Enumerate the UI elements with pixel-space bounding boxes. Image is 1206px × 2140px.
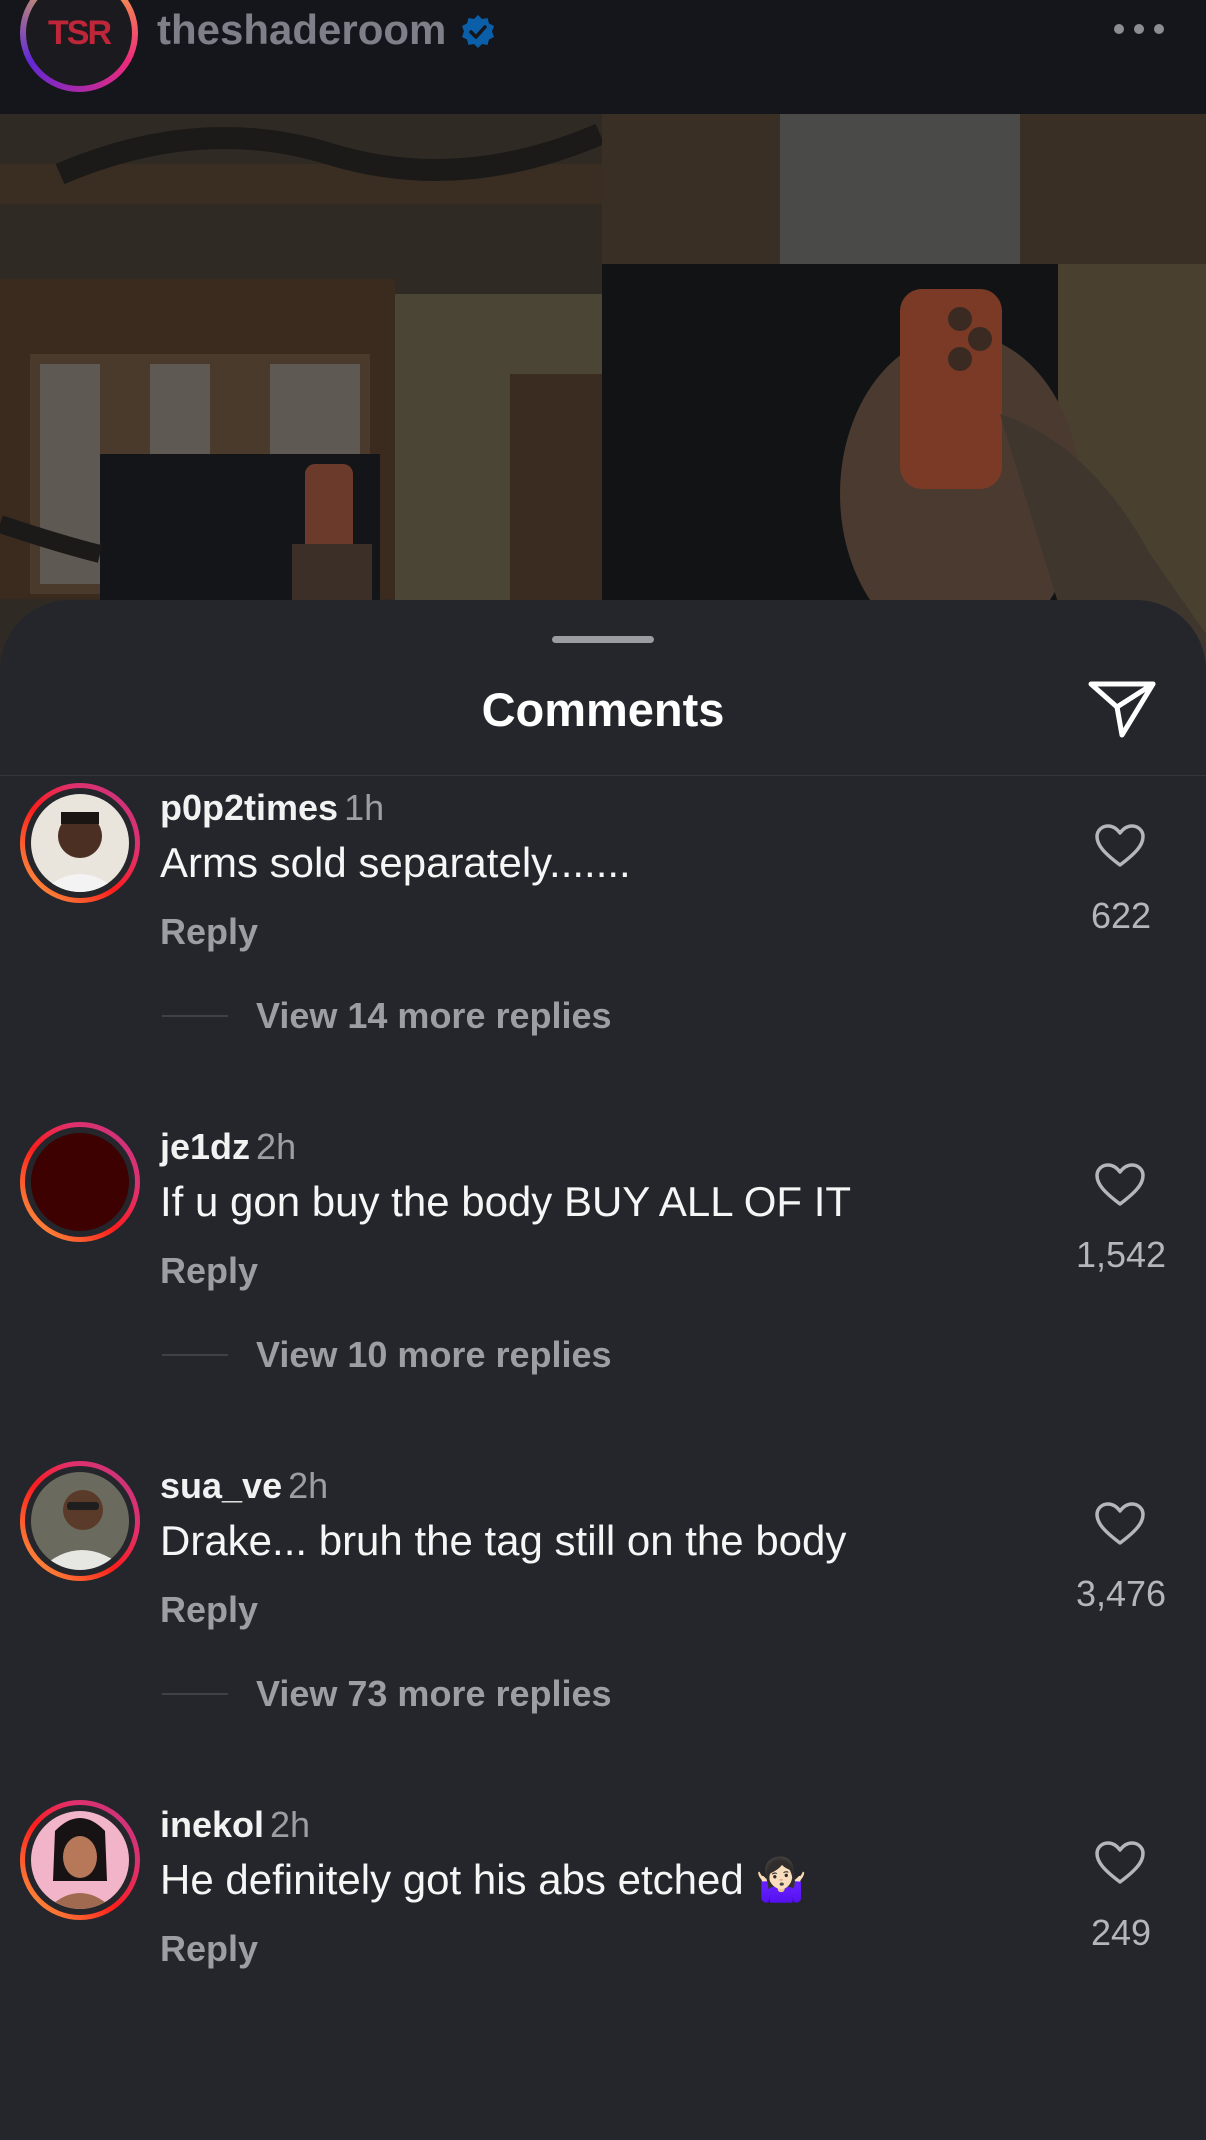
comment-username[interactable]: je1dz: [160, 1126, 250, 1167]
more-options-icon[interactable]: [1114, 24, 1166, 36]
avatar-photo: [31, 1133, 129, 1231]
comment-username[interactable]: p0p2times: [160, 787, 338, 828]
sheet-drag-handle[interactable]: [552, 636, 654, 643]
view-replies-button[interactable]: View 14 more replies: [256, 995, 612, 1037]
account-avatar-logo: TSR: [26, 0, 132, 86]
commenter-avatar[interactable]: [20, 1461, 140, 1581]
like-count: 1,542: [1075, 1234, 1167, 1275]
reply-button[interactable]: Reply: [160, 1589, 258, 1631]
avatar-photo: [31, 1811, 129, 1909]
post-image: [0, 114, 1206, 674]
comment-text: Drake... bruh the tag still on the body: [160, 1517, 847, 1564]
sheet-title: Comments: [481, 683, 725, 736]
reply-button[interactable]: Reply: [160, 1928, 258, 1970]
comment-item: je1dz 2h If u gon buy the body BUY ALL OF…: [0, 1122, 1206, 1462]
comment-text: If u gon buy the body BUY ALL OF IT: [160, 1178, 852, 1225]
comment-time: 2h: [270, 1804, 311, 1845]
comment-username[interactable]: inekol: [160, 1804, 264, 1845]
like-count: 622: [1090, 895, 1152, 936]
heart-icon[interactable]: [1094, 823, 1146, 869]
verified-badge-icon: [462, 15, 494, 48]
like-count: 3,476: [1075, 1573, 1167, 1614]
commenter-avatar[interactable]: [20, 783, 140, 903]
account-name[interactable]: theshaderoom: [157, 6, 446, 54]
replies-line: [162, 1354, 228, 1356]
comment-username[interactable]: sua_ve: [160, 1465, 282, 1506]
commenter-avatar[interactable]: [20, 1800, 140, 1920]
comment-meta: p0p2times 1h: [160, 787, 384, 829]
view-replies-button[interactable]: View 10 more replies: [256, 1334, 612, 1376]
commenter-avatar[interactable]: [20, 1122, 140, 1242]
comment-meta: je1dz 2h: [160, 1126, 296, 1168]
account-avatar[interactable]: TSR: [20, 0, 138, 92]
heart-icon[interactable]: [1094, 1501, 1146, 1547]
comment-meta: sua_ve 2h: [160, 1465, 328, 1507]
comment-item: sua_ve 2h Drake... bruh the tag still on …: [0, 1461, 1206, 1801]
comment-time: 1h: [344, 787, 385, 828]
replies-line: [162, 1693, 228, 1695]
view-replies-button[interactable]: View 73 more replies: [256, 1673, 612, 1715]
comment-time: 2h: [256, 1126, 297, 1167]
heart-icon[interactable]: [1094, 1162, 1146, 1208]
send-paper-plane-icon[interactable]: [1086, 676, 1158, 742]
avatar-photo: [31, 1472, 129, 1570]
comment-item: p0p2times 1h Arms sold separately....... …: [0, 783, 1206, 1123]
like-count: 249: [1090, 1912, 1152, 1953]
comment-text: Arms sold separately.......: [160, 839, 631, 886]
comment-time: 2h: [288, 1465, 329, 1506]
header-divider: [0, 775, 1206, 776]
avatar-photo: [31, 794, 129, 892]
comment-item: inekol 2h He definitely got his abs etche…: [0, 1800, 1206, 2140]
comment-text: He definitely got his abs etched 🤷🏻‍♀️: [160, 1856, 808, 1903]
reply-button[interactable]: Reply: [160, 911, 258, 953]
comment-meta: inekol 2h: [160, 1804, 310, 1846]
post-image-graphic: [0, 114, 1206, 674]
post-header: TSR theshaderoom: [0, 0, 1206, 114]
comments-sheet: Comments p0p2times 1h Arms sold separatel…: [0, 600, 1206, 2020]
reply-button[interactable]: Reply: [160, 1250, 258, 1292]
replies-line: [162, 1015, 228, 1017]
heart-icon[interactable]: [1094, 1840, 1146, 1886]
